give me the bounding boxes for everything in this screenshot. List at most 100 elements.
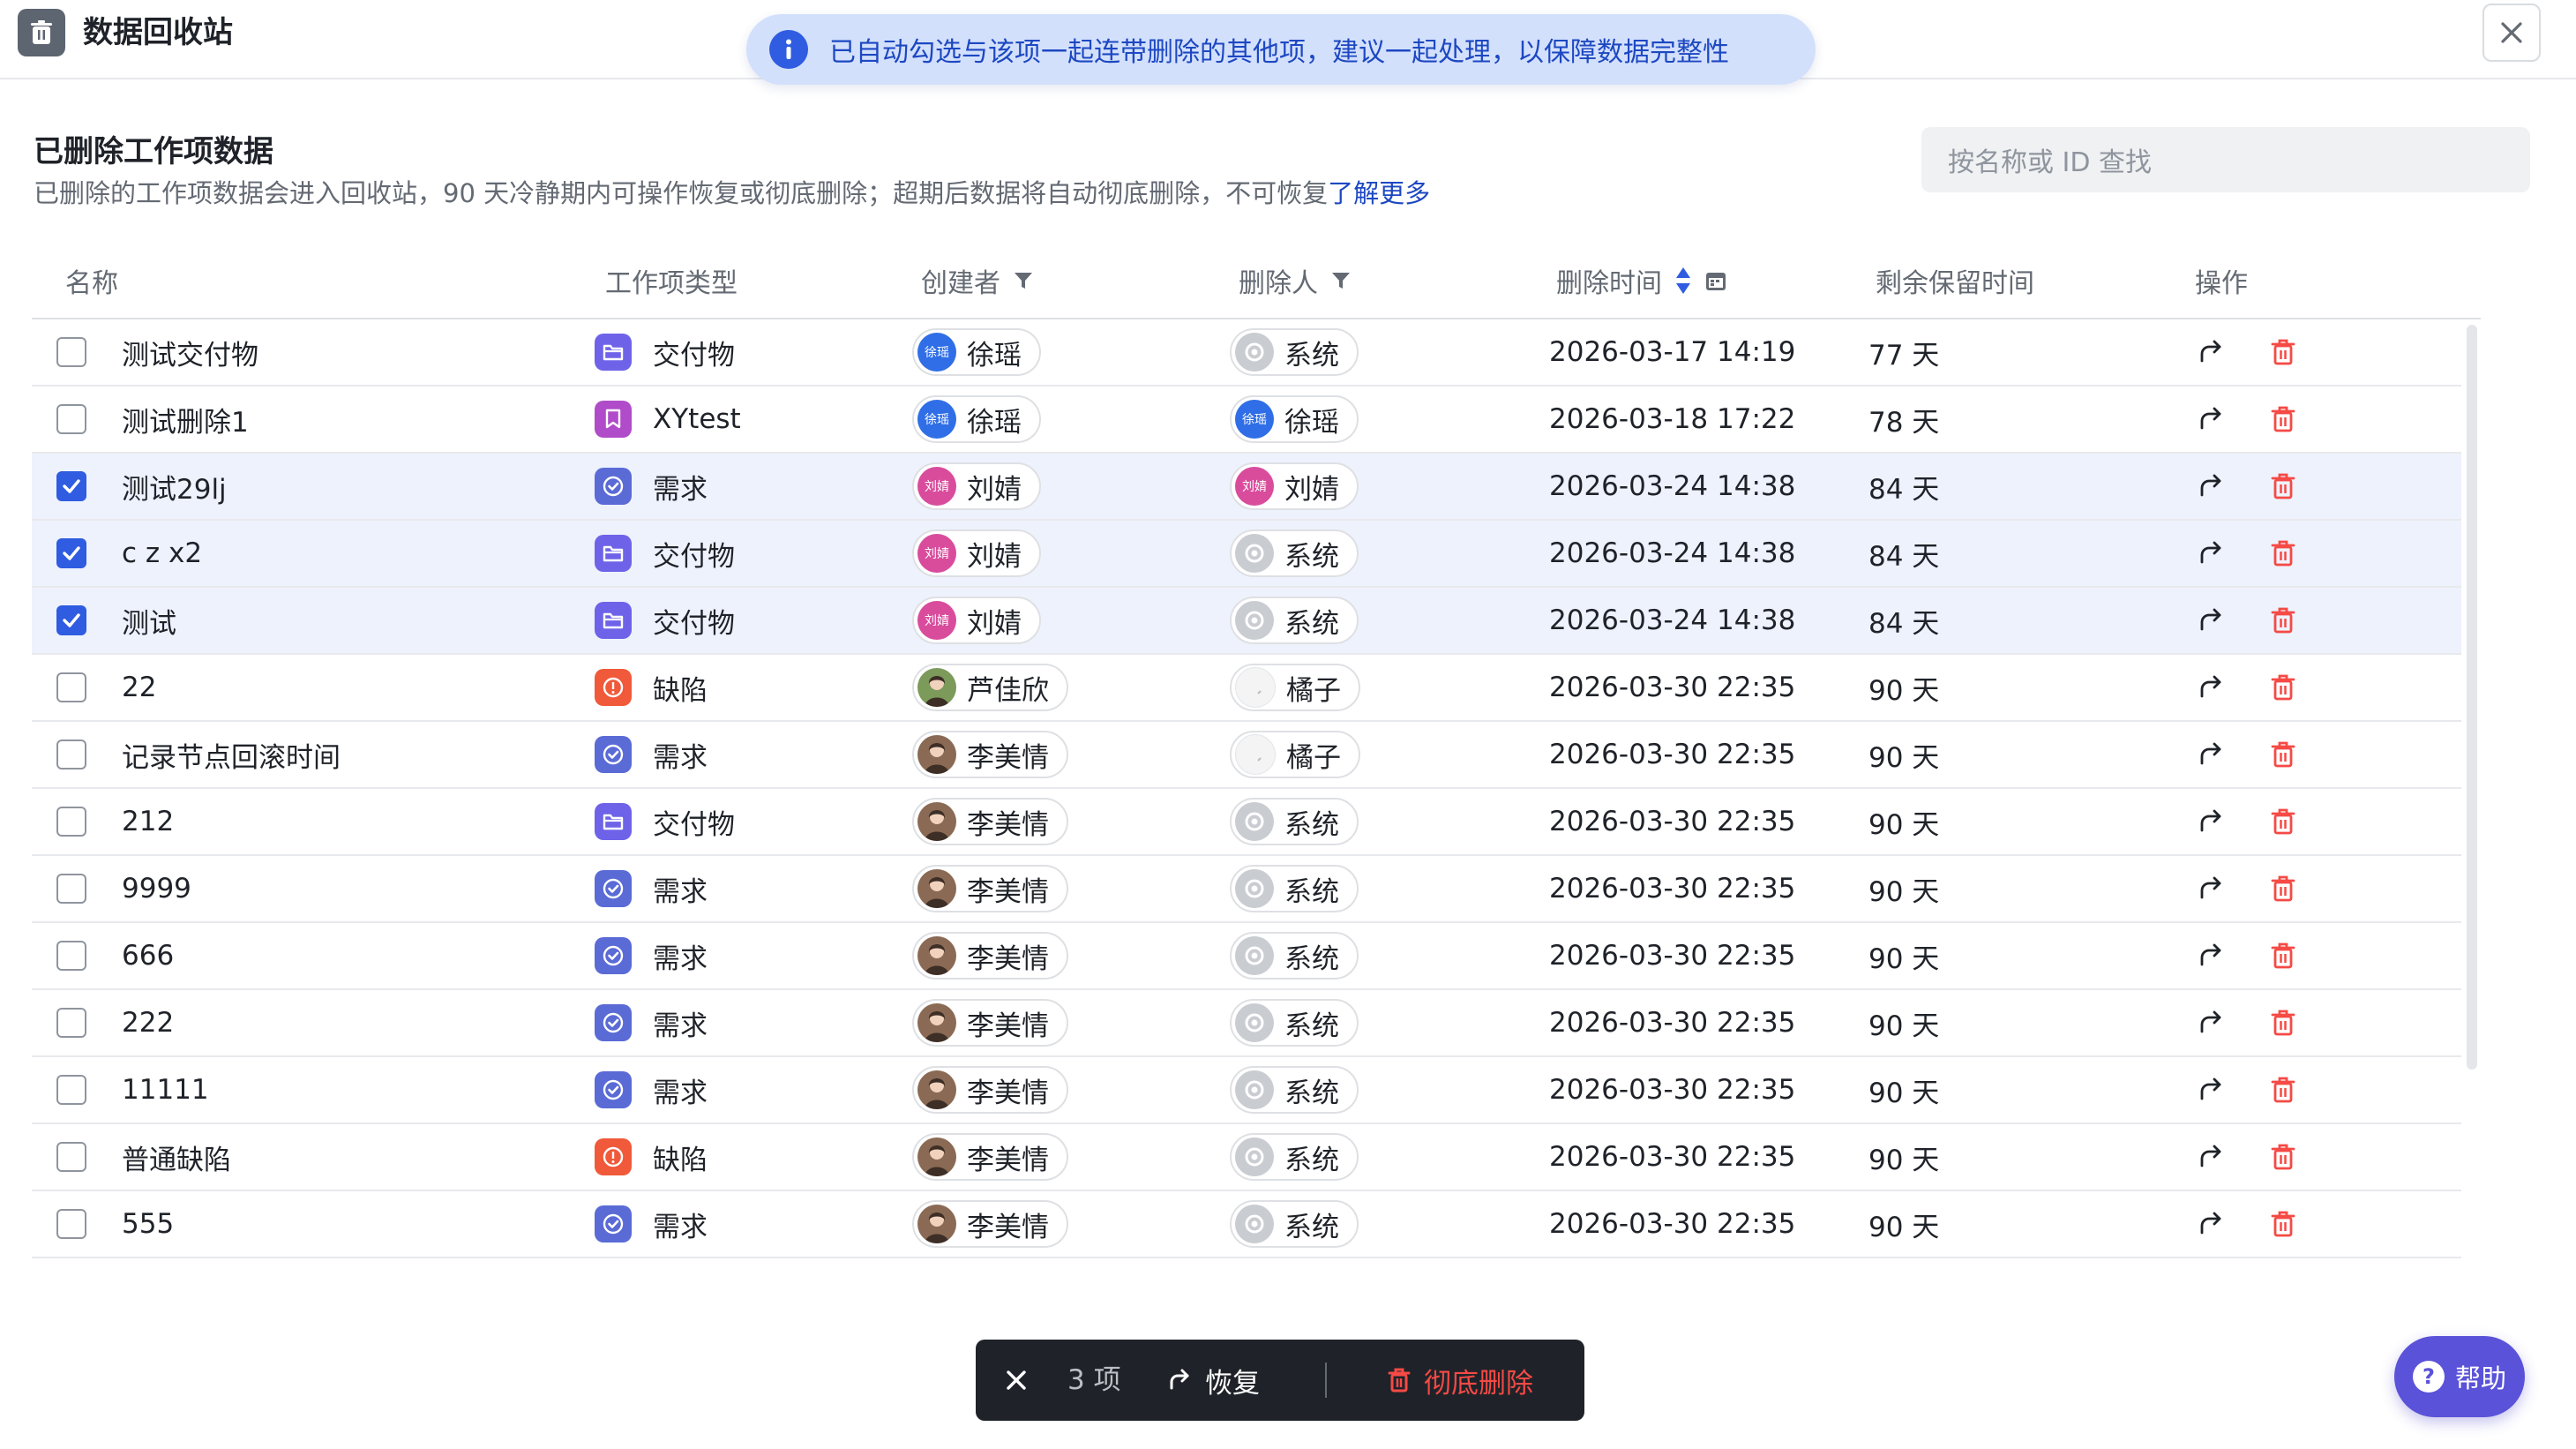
filter-icon[interactable] [1013,270,1034,291]
deleter-tag[interactable]: 系统 [1230,932,1359,980]
delete-icon[interactable] [2265,1005,2301,1040]
restore-icon[interactable] [2193,469,2228,504]
creator-tag[interactable]: 刘婧 刘婧 [912,529,1041,577]
table-row[interactable]: 测试 交付物 刘婧 刘婧 系统 2026-03-24 14:38 84 天 [32,588,2461,655]
table-row[interactable]: 212 交付物 李美情 系统 2026-03-30 22:35 90 天 [32,789,2461,856]
restore-icon[interactable] [2193,737,2228,772]
table-row[interactable]: 记录节点回滚时间 需求 李美情 橘子 2026-03-30 22:35 90 天 [32,722,2461,789]
deleter-tag[interactable]: 徐瑶 徐瑶 [1230,395,1359,443]
restore-icon[interactable] [2193,871,2228,906]
deleter-tag[interactable]: 系统 [1230,328,1359,376]
delete-icon[interactable] [2265,938,2301,973]
table-scrollbar[interactable] [2467,325,2477,1070]
creator-tag[interactable]: 李美情 [912,1200,1068,1248]
delete-icon[interactable] [2265,1072,2301,1107]
delete-icon[interactable] [2265,804,2301,839]
table-row[interactable]: 普通缺陷 缺陷 李美情 系统 2026-03-30 22:35 90 天 [32,1124,2461,1191]
deleter-tag[interactable]: 系统 [1230,798,1359,845]
row-checkbox[interactable] [56,404,86,434]
creator-tag[interactable]: 李美情 [912,932,1068,980]
delete-icon[interactable] [2265,871,2301,906]
restore-icon[interactable] [2193,536,2228,571]
table-row[interactable]: 555 需求 李美情 系统 2026-03-30 22:35 90 天 [32,1191,2461,1258]
row-deleted-at: 2026-03-18 17:22 [1549,403,1796,435]
restore-button[interactable]: 恢复 [1166,1340,1260,1421]
creator-tag[interactable]: 李美情 [912,731,1068,778]
restore-icon[interactable] [2193,603,2228,638]
deleter-tag[interactable]: 系统 [1230,1066,1359,1114]
row-checkbox[interactable] [56,471,86,501]
row-checkbox[interactable] [56,1209,86,1239]
delete-icon[interactable] [2265,334,2301,370]
row-remaining: 90 天 [1868,875,1940,908]
sort-icon[interactable] [1674,266,1692,296]
clear-selection-button[interactable] [999,1363,1034,1398]
delete-icon[interactable] [2265,402,2301,437]
table-row[interactable]: 666 需求 李美情 系统 2026-03-30 22:35 90 天 [32,923,2461,990]
restore-icon[interactable] [2193,1005,2228,1040]
creator-tag[interactable]: 徐瑶 徐瑶 [912,328,1041,376]
row-checkbox[interactable] [56,807,86,837]
restore-icon[interactable] [2193,1072,2228,1107]
deleter-tag[interactable]: 系统 [1230,999,1359,1047]
creator-tag[interactable]: 李美情 [912,999,1068,1047]
creator-tag[interactable]: 刘婧 刘婧 [912,462,1041,510]
row-checkbox[interactable] [56,740,86,770]
row-checkbox[interactable] [56,1142,86,1172]
restore-icon[interactable] [2193,670,2228,705]
row-checkbox[interactable] [56,1008,86,1038]
row-creator: 李美情 [912,1057,1068,1122]
restore-icon[interactable] [2193,1139,2228,1175]
deleter-tag[interactable]: 橘子 [1230,731,1360,778]
column-remaining: 剩余保留时间 [1876,268,2034,299]
row-checkbox[interactable] [56,337,86,367]
restore-icon[interactable] [2193,402,2228,437]
learn-more-link[interactable]: 了解更多 [1328,178,1430,208]
creator-tag[interactable]: 芦佳欣 [912,664,1068,711]
permanent-delete-button[interactable]: 彻底删除 [1387,1340,1533,1421]
row-checkbox[interactable] [56,874,86,904]
restore-icon[interactable] [2193,938,2228,973]
deleter-tag[interactable]: 系统 [1230,529,1359,577]
creator-tag[interactable]: 李美情 [912,798,1068,845]
row-checkbox[interactable] [56,941,86,971]
restore-icon[interactable] [2193,334,2228,370]
table-row[interactable]: 222 需求 李美情 系统 2026-03-30 22:35 90 天 [32,990,2461,1057]
row-checkbox[interactable] [56,538,86,568]
deleter-tag[interactable]: 刘婧 刘婧 [1230,462,1359,510]
table-row[interactable]: 9999 需求 李美情 系统 2026-03-30 22:35 90 天 [32,856,2461,923]
row-checkbox[interactable] [56,1075,86,1105]
close-button[interactable] [2482,4,2541,62]
delete-icon[interactable] [2265,603,2301,638]
table-row[interactable]: 测试交付物 交付物 徐瑶 徐瑶 系统 2026-03-17 14:19 77 天 [32,319,2461,387]
filter-icon[interactable] [1330,270,1352,291]
calendar-icon[interactable] [1704,269,1727,292]
row-checkbox[interactable] [56,672,86,702]
delete-icon[interactable] [2265,737,2301,772]
delete-icon[interactable] [2265,1139,2301,1175]
table-row[interactable]: 测试29lj 需求 刘婧 刘婧 刘婧 刘婧 2026-03-24 14:38 84 天 [32,454,2461,521]
restore-icon[interactable] [2193,804,2228,839]
restore-icon[interactable] [2193,1206,2228,1242]
creator-tag[interactable]: 李美情 [912,865,1068,912]
row-checkbox[interactable] [56,605,86,635]
deleter-tag[interactable]: 系统 [1230,1200,1359,1248]
creator-tag[interactable]: 李美情 [912,1133,1068,1181]
table-row[interactable]: 22 缺陷 芦佳欣 橘子 2026-03-30 22:35 90 天 [32,655,2461,722]
deleter-tag[interactable]: 橘子 [1230,664,1360,711]
help-button[interactable]: ? 帮助 [2394,1336,2525,1417]
creator-tag[interactable]: 刘婧 刘婧 [912,597,1041,644]
table-row[interactable]: c z x2 交付物 刘婧 刘婧 系统 2026-03-24 14:38 84 天 [32,521,2461,588]
deleter-tag[interactable]: 系统 [1230,597,1359,644]
creator-tag[interactable]: 徐瑶 徐瑶 [912,395,1041,443]
delete-icon[interactable] [2265,469,2301,504]
creator-tag[interactable]: 李美情 [912,1066,1068,1114]
search-input[interactable]: 按名称或 ID 查找 [1921,127,2530,192]
deleter-tag[interactable]: 系统 [1230,865,1359,912]
delete-icon[interactable] [2265,536,2301,571]
deleter-tag[interactable]: 系统 [1230,1133,1359,1181]
delete-icon[interactable] [2265,1206,2301,1242]
table-row[interactable]: 测试删除1 XYtest 徐瑶 徐瑶 徐瑶 徐瑶 2026-03-18 17:22 78 天 [32,387,2461,454]
delete-icon[interactable] [2265,670,2301,705]
table-row[interactable]: 11111 需求 李美情 系统 2026-03-30 22:35 90 天 [32,1057,2461,1124]
